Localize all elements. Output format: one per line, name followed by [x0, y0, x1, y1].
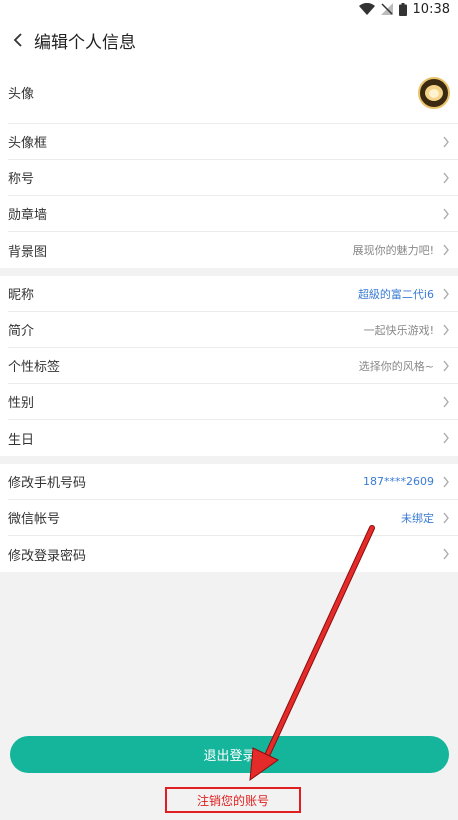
row-label: 昵称	[8, 288, 35, 303]
chevron-right-icon	[443, 432, 449, 444]
row-value: 展现你的魅力吧!	[352, 244, 434, 257]
birthday-row[interactable]: 生日	[8, 420, 458, 456]
row-label: 修改手机号码	[8, 476, 87, 491]
password-row[interactable]: 修改登录密码	[8, 536, 458, 572]
background-image-row[interactable]: 背景图 展现你的魅力吧!	[8, 232, 458, 268]
avatar-frame-row[interactable]: 头像框	[8, 124, 458, 160]
row-label: 头像	[8, 87, 35, 102]
row-value: 超級的富二代i6	[357, 287, 434, 301]
title-badge-row[interactable]: 称号	[8, 160, 458, 196]
cancel-account-link[interactable]: 注销您的账号	[165, 787, 301, 813]
chevron-right-icon	[443, 396, 449, 407]
row-label: 称号	[8, 172, 35, 187]
wifi-icon	[358, 3, 375, 15]
chevron-right-icon	[443, 288, 449, 299]
logout-button[interactable]: 退出登录	[10, 736, 449, 773]
tags-row[interactable]: 个性标签 选择你的风格~	[8, 348, 458, 384]
chevron-right-icon	[443, 360, 449, 371]
chevron-right-icon	[443, 324, 449, 335]
row-label: 生日	[8, 432, 35, 448]
status-bar: 10:38	[0, 0, 458, 18]
row-value: 187****2609	[363, 475, 434, 488]
info-group: 昵称 超級的富二代i6 简介 一起快乐游戏! 个性标签 选择你的风格~ 性别 生…	[0, 276, 458, 456]
avatar-row[interactable]: 头像	[8, 62, 458, 124]
chevron-right-icon	[443, 512, 449, 523]
battery-icon	[398, 2, 407, 16]
no-signal-icon	[380, 3, 393, 15]
chevron-right-icon	[443, 172, 449, 183]
nickname-row[interactable]: 昵称 超級的富二代i6	[8, 276, 458, 312]
account-group: 修改手机号码 187****2609 微信帐号 未绑定 修改登录密码	[0, 464, 458, 572]
row-label: 背景图	[8, 244, 48, 260]
profile-group: 头像 头像框 称号 勋章墙 背景图 展现你的魅力吧!	[0, 62, 458, 268]
back-arrow-icon	[13, 33, 22, 47]
title-bar: 编辑个人信息	[0, 18, 458, 62]
chevron-right-icon	[443, 476, 449, 487]
chevron-right-icon	[443, 208, 449, 219]
medal-wall-row[interactable]: 勋章墙	[8, 196, 458, 232]
wechat-row[interactable]: 微信帐号 未绑定	[8, 500, 458, 536]
avatar[interactable]	[418, 76, 450, 109]
row-label: 微信帐号	[8, 512, 61, 527]
back-button[interactable]	[6, 25, 30, 55]
row-label: 勋章墙	[8, 208, 48, 223]
phone-row[interactable]: 修改手机号码 187****2609	[8, 464, 458, 500]
chevron-right-icon	[443, 136, 449, 147]
row-label: 头像框	[8, 136, 48, 151]
row-value: 一起快乐游戏!	[363, 323, 434, 337]
row-label: 个性标签	[8, 360, 61, 375]
status-time: 10:38	[412, 1, 450, 17]
section-divider	[0, 268, 458, 276]
row-value: 未绑定	[401, 511, 434, 525]
gender-row[interactable]: 性别	[8, 384, 458, 420]
row-label: 修改登录密码	[8, 548, 87, 564]
bio-row[interactable]: 简介 一起快乐游戏!	[8, 312, 458, 348]
chevron-right-icon	[443, 548, 449, 560]
row-label: 简介	[8, 324, 35, 339]
row-value: 选择你的风格~	[358, 359, 434, 373]
section-divider	[0, 456, 458, 464]
row-label: 性别	[8, 396, 35, 411]
chevron-right-icon	[443, 244, 449, 256]
page-title: 编辑个人信息	[34, 32, 136, 53]
